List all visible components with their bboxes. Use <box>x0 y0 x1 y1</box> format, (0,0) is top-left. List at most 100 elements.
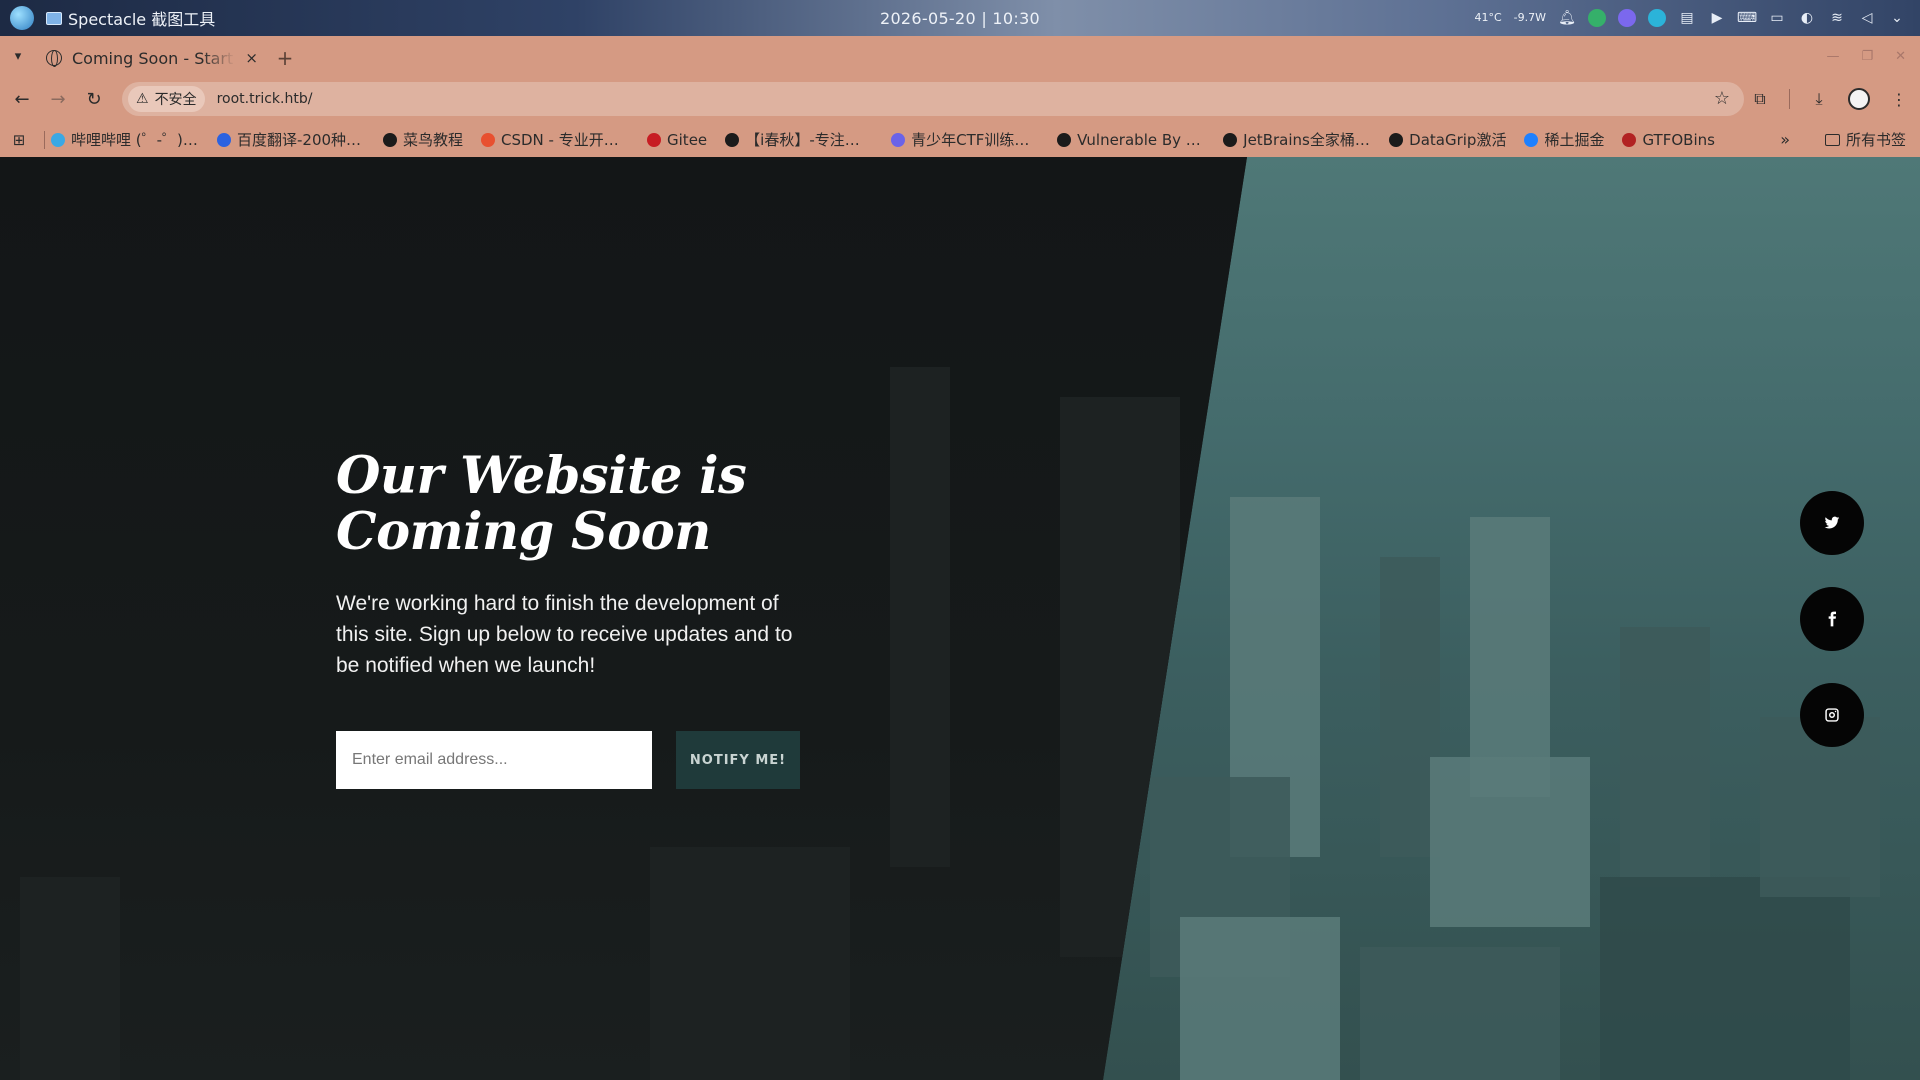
download-icon[interactable]: ⤓ <box>1808 88 1830 110</box>
bookmark-item[interactable]: 哔哩哔哩 (゜-゜)つロ 干杯~-bilibili <box>51 129 199 150</box>
building <box>1600 877 1850 1080</box>
twitter-button[interactable] <box>1800 491 1864 555</box>
twitter-icon <box>1824 516 1840 529</box>
browser-toolbar: ← → ↻ ⚠ 不安全 root.trick.htb/ ☆ ⧉ ⤓ ⋮ <box>0 76 1920 122</box>
building <box>1620 627 1710 887</box>
tab-coming-soon[interactable]: Coming Soon - Start Bootstrap × <box>36 40 268 76</box>
bookmark-item[interactable]: 青少年CTF训练平台 <box>891 129 1039 150</box>
bookmark-favicon-icon <box>1223 132 1238 147</box>
wifi-icon[interactable]: ≋ <box>1828 9 1846 27</box>
reload-button[interactable]: ↻ <box>76 81 112 117</box>
bookmark-item[interactable]: 百度翻译-200种语言互译 <box>217 129 365 150</box>
facebook-icon <box>1828 611 1836 627</box>
close-window-icon[interactable]: ✕ <box>1895 49 1906 64</box>
tab-search-icon[interactable]: ▾ <box>0 36 36 76</box>
bookmark-item[interactable]: CSDN - 专业开发者社区 <box>481 129 629 150</box>
bookmark-item[interactable]: 稀土掘金 <box>1524 129 1604 150</box>
cpu-temp-indicator[interactable]: 41°C <box>1474 12 1501 24</box>
bookmark-label: 百度翻译-200种语言互译 <box>237 131 365 149</box>
extensions-icon[interactable]: ⧉ <box>1749 88 1771 110</box>
bookmark-favicon-icon <box>51 132 65 147</box>
all-bookmarks-label: 所有书签 <box>1845 131 1906 149</box>
power-indicator[interactable]: -9.7W <box>1514 12 1546 24</box>
forward-button[interactable]: → <box>40 81 76 117</box>
window-controls: — ❐ ✕ <box>1826 36 1906 76</box>
bell-icon[interactable]: 🔔︎ <box>1558 9 1576 27</box>
app-icon[interactable] <box>1648 9 1666 27</box>
system-tray: 41°C -9.7W 🔔︎ ▤ ▶ ⌨ ▭ ◐ ≋ ◁ ⌄ <box>1474 0 1906 36</box>
building <box>1470 517 1550 797</box>
bookmark-item[interactable]: JetBrains全家桶激活 <box>1223 129 1371 150</box>
volume-icon[interactable]: ◁ <box>1858 9 1876 27</box>
bookmark-list: 哔哩哔哩 (゜-゜)つロ 干杯~-bilibili 百度翻译-200种语言互译 菜鸟… <box>51 129 1733 150</box>
bookmark-item[interactable]: 【i春秋】-专注网络安全 <box>725 129 873 150</box>
app-icon[interactable] <box>1588 9 1606 27</box>
bookmark-item[interactable]: 菜鸟教程 <box>383 129 463 150</box>
building <box>1360 947 1560 1080</box>
bookmark-favicon-icon <box>481 132 496 147</box>
notify-button[interactable]: NOTIFY ME! <box>676 731 800 789</box>
bookmarks-overflow-icon[interactable]: » <box>1780 130 1790 149</box>
display-icon[interactable]: ▭ <box>1768 9 1786 27</box>
folder-icon <box>1824 133 1840 146</box>
bookmark-label: 【i春秋】-专注网络安全 <box>745 131 873 149</box>
bookmark-label: 青少年CTF训练平台 <box>911 131 1040 149</box>
bookmark-label: Gitee <box>667 130 708 149</box>
instagram-button[interactable] <box>1800 683 1864 747</box>
email-input[interactable] <box>336 731 652 789</box>
warning-icon: ⚠ <box>136 91 149 107</box>
launcher-icon[interactable] <box>10 6 34 30</box>
building-silhouette <box>20 877 120 1080</box>
address-bar[interactable]: ⚠ 不安全 root.trick.htb/ ☆ <box>122 82 1744 116</box>
tab-strip: ▾ Coming Soon - Start Bootstrap × + — ❐ … <box>0 36 1920 76</box>
maximize-icon[interactable]: ❐ <box>1861 49 1873 64</box>
toolbar-divider <box>1789 89 1790 109</box>
app-icon[interactable] <box>1618 9 1636 27</box>
facebook-button[interactable] <box>1800 587 1864 651</box>
bookmark-label: DataGrip激活 <box>1409 131 1507 149</box>
bookmark-favicon-icon <box>647 132 662 147</box>
keyboard-icon[interactable]: ⌨ <box>1737 9 1757 27</box>
bookmark-item[interactable]: DataGrip激活 <box>1389 129 1506 150</box>
page-description: We're working hard to finish the develop… <box>336 592 793 677</box>
clipboard-icon[interactable]: ▤ <box>1678 9 1696 27</box>
page-title-line1: Our Website is <box>336 446 747 506</box>
close-icon[interactable]: × <box>245 49 258 67</box>
bookmarks-bar: ⊞ 哔哩哔哩 (゜-゜)つロ 干杯~-bilibili 百度翻译-200种语言互译… <box>0 122 1920 157</box>
bookmark-label: Vulnerable By Design <box>1077 130 1205 149</box>
system-clock[interactable]: 2026-05-20 | 10:30 <box>880 9 1040 28</box>
bookmark-label: CSDN - 专业开发者社区 <box>501 131 629 149</box>
bookmarks-divider <box>44 130 45 149</box>
bookmark-favicon-icon <box>891 132 906 147</box>
page-title: Our Website is Coming Soon <box>336 448 816 560</box>
security-label: 不安全 <box>154 92 197 108</box>
apps-grid-icon[interactable]: ⊞ <box>0 131 38 149</box>
bookmark-label: 哔哩哔哩 (゜-゜)つロ 干杯~-bilibili <box>71 131 199 149</box>
media-icon[interactable]: ▶ <box>1708 9 1726 27</box>
bookmark-item[interactable]: Vulnerable By Design <box>1057 131 1205 149</box>
bookmark-star-icon[interactable]: ☆ <box>1714 88 1730 109</box>
power-label: -9.7W <box>1513 11 1546 24</box>
active-app-label: Spectacle 截图工具 <box>68 10 216 29</box>
all-bookmarks-folder[interactable]: 所有书签 <box>1824 129 1906 150</box>
minimize-icon[interactable]: — <box>1826 49 1839 64</box>
bookmark-item[interactable]: Gitee <box>647 131 707 149</box>
back-button[interactable]: ← <box>4 81 40 117</box>
bookmark-favicon-icon <box>725 132 740 147</box>
bookmark-favicon-icon <box>1057 132 1072 147</box>
building <box>1180 917 1340 1080</box>
url-text[interactable]: root.trick.htb/ <box>217 91 313 107</box>
vpn-icon[interactable]: ◐ <box>1798 9 1816 27</box>
page-title-line2: Coming Soon <box>336 502 711 562</box>
new-tab-button[interactable]: + <box>268 40 302 76</box>
profile-avatar[interactable] <box>1848 88 1870 110</box>
bookmark-label: 菜鸟教程 <box>403 131 464 149</box>
tab-title: Coming Soon - Start Bootstrap <box>72 48 235 68</box>
active-app[interactable]: Spectacle 截图工具 <box>46 6 215 30</box>
globe-icon <box>46 50 62 67</box>
bookmark-item[interactable]: GTFOBins <box>1622 131 1715 149</box>
security-chip[interactable]: ⚠ 不安全 <box>128 86 205 112</box>
hero-section: Our Website is Coming Soon We're working… <box>336 448 816 789</box>
chevron-down-icon[interactable]: ⌄ <box>1888 9 1906 27</box>
kebab-menu-icon[interactable]: ⋮ <box>1888 88 1910 110</box>
